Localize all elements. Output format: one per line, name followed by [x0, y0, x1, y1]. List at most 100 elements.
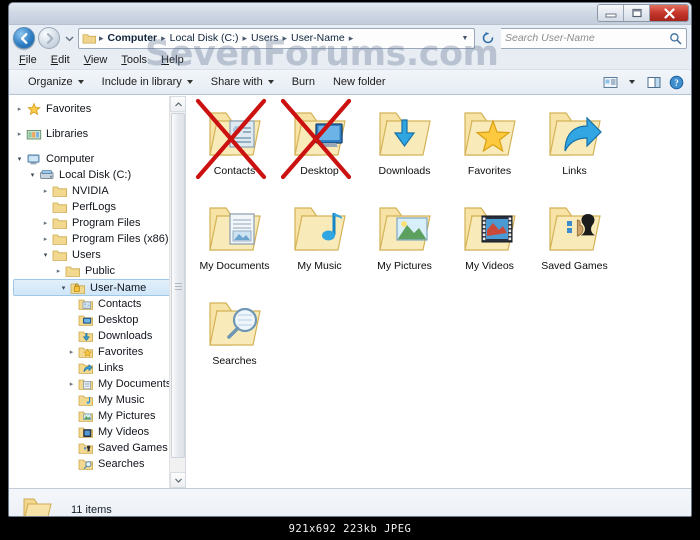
sidebar-item-saved-games[interactable]: Saved Games [9, 440, 185, 456]
downloads-icon [78, 331, 93, 342]
view-dropdown-button[interactable] [621, 72, 643, 92]
links-icon [78, 363, 93, 374]
file-tile[interactable]: Contacts [192, 98, 277, 195]
userfolder-icon [70, 282, 85, 294]
file-tile[interactable]: My Documents [192, 195, 277, 290]
chevron-right-icon[interactable]: ▸ [39, 219, 52, 227]
sidebar-item-label: Libraries [46, 128, 89, 140]
include-in-library-button[interactable]: Include in library [93, 73, 202, 91]
chevron-right-icon[interactable]: ▸ [65, 380, 78, 388]
menu-file[interactable]: File [19, 54, 37, 66]
file-tile[interactable]: Favorites [447, 100, 532, 195]
file-tile[interactable]: My Pictures [362, 195, 447, 290]
links-folder-icon [548, 112, 602, 156]
change-view-button[interactable] [599, 72, 621, 92]
menu-help[interactable]: Help [161, 54, 184, 66]
chevron-right-icon[interactable]: ▸ [13, 130, 26, 138]
chevron-right-icon[interactable]: ▸ [65, 348, 78, 356]
navigation-pane: ▸ Favorites ▸ Libraries ▾ Computer ▾ Local Disk… [9, 96, 185, 488]
burn-button[interactable]: Burn [283, 73, 324, 91]
address-bar[interactable]: ▸ Computer ▸ Local Disk (C:) ▸ Users ▸ U… [78, 27, 475, 49]
sidebar-scroll-thumb[interactable] [171, 113, 185, 458]
search-input[interactable]: Search User-Name [501, 27, 687, 49]
favorites-icon [78, 345, 94, 359]
folder-icon [82, 33, 96, 44]
sidebar-item-computer[interactable]: ▾ Computer [9, 151, 185, 167]
share-with-button[interactable]: Share with [202, 73, 283, 91]
address-bar-row: ▸ Computer ▸ Local Disk (C:) ▸ Users ▸ U… [9, 25, 691, 51]
harddisk-icon [40, 170, 54, 179]
sidebar-item-perflogs[interactable]: PerfLogs [9, 199, 185, 215]
sidebar-item-links[interactable]: Links [9, 360, 185, 376]
breadcrumb-users[interactable]: Users [248, 29, 281, 48]
sidebar-item-users[interactable]: ▾ Users [9, 247, 185, 263]
file-list-pane[interactable]: Contacts Desktop Downloads Favorites Links My… [185, 96, 691, 488]
sidebar-item-nvidia[interactable]: ▸ NVIDIA [9, 183, 185, 199]
chevron-right-icon[interactable]: ▸ [13, 105, 26, 113]
folder-tree: ▸ Favorites ▸ Libraries ▾ Computer ▾ Local Disk… [9, 96, 185, 472]
file-tile[interactable]: Links [532, 100, 617, 195]
sidebar-item-local-disk-c[interactable]: ▾ Local Disk (C:) [9, 167, 185, 183]
recent-pages-button[interactable] [63, 27, 75, 49]
sidebar-item-user-name[interactable]: ▾ User-Name [13, 279, 173, 296]
sidebar-scrollbar[interactable] [169, 96, 185, 488]
file-tile[interactable]: Searches [192, 290, 277, 385]
sidebar-item-program-files-x86[interactable]: ▸ Program Files (x86) [9, 231, 185, 247]
sidebar-item-searches[interactable]: Searches [9, 456, 185, 472]
sidebar-item-my-videos[interactable]: My Videos [9, 424, 185, 440]
sidebar-item-favorites[interactable]: ▸ Favorites [9, 344, 185, 360]
file-tile[interactable]: Saved Games [532, 195, 617, 290]
menu-edit[interactable]: Edit [51, 54, 70, 66]
scroll-up-button[interactable] [170, 96, 185, 112]
sidebar-item-label: Users [72, 249, 101, 261]
forward-button[interactable] [38, 27, 60, 49]
chevron-down-icon[interactable]: ▾ [39, 251, 52, 259]
breadcrumb-user-name[interactable]: User-Name [288, 29, 348, 48]
chevron-right-icon[interactable]: ▸ [39, 187, 52, 195]
sidebar-item-public[interactable]: ▸ Public [9, 263, 185, 279]
contacts-icon [78, 299, 93, 310]
sidebar-item-favorites[interactable]: ▸ Favorites [9, 101, 185, 117]
sidebar-item-libraries[interactable]: ▸ Libraries [9, 126, 185, 142]
chevron-down-icon[interactable]: ▾ [26, 171, 39, 179]
pictures-folder-icon [378, 207, 431, 251]
menu-tools[interactable]: Tools [121, 54, 147, 66]
preview-pane-button[interactable] [643, 72, 665, 92]
sidebar-item-my-music[interactable]: My Music [9, 392, 185, 408]
breadcrumb-local-disk[interactable]: Local Disk (C:) [167, 29, 242, 48]
chevron-right-icon[interactable]: ▸ [52, 267, 65, 275]
address-dropdown-button[interactable]: ▼ [457, 35, 473, 42]
libraries-icon [26, 130, 42, 140]
file-tile[interactable]: Desktop [277, 98, 362, 195]
sidebar-item-my-documents[interactable]: ▸ My Documents [9, 376, 185, 392]
sidebar-item-my-pictures[interactable]: My Pictures [9, 408, 185, 424]
computer-icon [27, 154, 40, 165]
sidebar-item-contacts[interactable]: Contacts [9, 296, 185, 312]
chevron-down-icon[interactable]: ▾ [57, 284, 70, 292]
sidebar-item-desktop[interactable]: Desktop [9, 312, 185, 328]
item-count-label: 11 items [71, 503, 112, 516]
back-button[interactable] [13, 27, 35, 49]
chevron-down-icon[interactable]: ▾ [13, 155, 26, 163]
scroll-down-button[interactable] [170, 472, 185, 488]
svg-text:?: ? [674, 78, 679, 88]
minimize-button[interactable] [598, 5, 624, 21]
maximize-button[interactable] [624, 5, 650, 21]
file-tile[interactable]: My Music [277, 195, 362, 290]
menu-view[interactable]: View [84, 54, 108, 66]
sidebar-item-program-files[interactable]: ▸ Program Files [9, 215, 185, 231]
command-toolbar: Organize Include in library Share with B… [9, 69, 691, 95]
file-tile[interactable]: Downloads [362, 100, 447, 195]
scroll-grip-icon [175, 282, 182, 290]
refresh-button[interactable] [478, 28, 498, 49]
close-button[interactable] [650, 5, 688, 21]
chevron-up-icon [174, 101, 182, 106]
new-folder-button[interactable]: New folder [324, 73, 395, 91]
help-button[interactable]: ? [665, 72, 687, 92]
breadcrumb-computer[interactable]: Computer [105, 29, 161, 48]
file-tile[interactable]: My Videos [447, 195, 532, 290]
folder-icon [52, 216, 68, 230]
sidebar-item-downloads[interactable]: Downloads [9, 328, 185, 344]
organize-button[interactable]: Organize [19, 73, 93, 91]
chevron-right-icon[interactable]: ▸ [39, 235, 52, 243]
